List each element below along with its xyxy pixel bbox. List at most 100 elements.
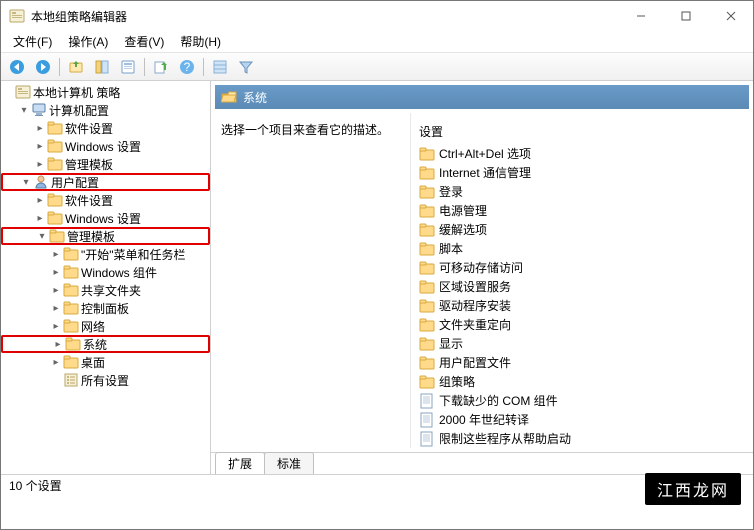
list-item[interactable]: Ctrl+Alt+Del 选项 bbox=[413, 144, 747, 163]
folder-icon bbox=[65, 336, 81, 352]
expand-icon[interactable] bbox=[33, 159, 47, 170]
menu-view[interactable]: 查看(V) bbox=[116, 31, 172, 52]
tree-root[interactable]: 本地计算机 策略 bbox=[1, 83, 210, 101]
list-item-label: 组策略 bbox=[439, 373, 475, 390]
tree-item[interactable]: Windows 设置 bbox=[1, 209, 210, 227]
folder-icon bbox=[419, 279, 435, 295]
list-item[interactable]: 脚本 bbox=[413, 239, 747, 258]
list-item-label: 下载缺少的 COM 组件 bbox=[439, 392, 558, 409]
tree-computer-config[interactable]: 计算机配置 bbox=[1, 101, 210, 119]
list-item-label: 缓解选项 bbox=[439, 221, 487, 238]
list-item[interactable]: 驱动程序安装 bbox=[413, 296, 747, 315]
up-button[interactable] bbox=[64, 56, 88, 78]
expand-icon[interactable] bbox=[49, 267, 63, 278]
expand-icon[interactable] bbox=[33, 123, 47, 134]
folder-icon bbox=[47, 210, 63, 226]
policy-icon bbox=[15, 84, 31, 100]
setting-icon bbox=[419, 412, 435, 428]
folder-icon bbox=[419, 260, 435, 276]
maximize-button[interactable] bbox=[663, 1, 708, 31]
back-button[interactable] bbox=[5, 56, 29, 78]
expand-icon[interactable] bbox=[19, 177, 33, 188]
list-column-header[interactable]: 设置 bbox=[413, 119, 747, 144]
list-item-label: 用户配置文件 bbox=[439, 354, 511, 371]
expand-icon[interactable] bbox=[49, 321, 63, 332]
tree-label: 系统 bbox=[81, 336, 109, 353]
list-item[interactable]: 可移动存储访问 bbox=[413, 258, 747, 277]
tree-item[interactable]: Windows 设置 bbox=[1, 137, 210, 155]
expand-icon[interactable] bbox=[49, 303, 63, 314]
folder-open-icon bbox=[221, 89, 237, 105]
tree-item[interactable]: 网络 bbox=[1, 317, 210, 335]
list-item[interactable]: 登录 bbox=[413, 182, 747, 201]
filter-button[interactable] bbox=[234, 56, 258, 78]
tree-item[interactable]: "开始"菜单和任务栏 bbox=[1, 245, 210, 263]
tree-label: Windows 设置 bbox=[63, 138, 143, 155]
tree-system[interactable]: 系统 bbox=[1, 335, 210, 353]
list-item[interactable]: 文件夹重定向 bbox=[413, 315, 747, 334]
description-prompt: 选择一个项目来查看它的描述。 bbox=[221, 121, 404, 138]
menu-file[interactable]: 文件(F) bbox=[5, 31, 60, 52]
list-item[interactable]: 组策略 bbox=[413, 372, 747, 391]
expand-icon[interactable] bbox=[49, 357, 63, 368]
tree-label: 软件设置 bbox=[63, 192, 115, 209]
folder-icon bbox=[419, 146, 435, 162]
menu-action[interactable]: 操作(A) bbox=[60, 31, 116, 52]
list-item[interactable]: 缓解选项 bbox=[413, 220, 747, 239]
tree-admin-templates[interactable]: 管理模板 bbox=[1, 227, 210, 245]
list-item[interactable]: 用户配置文件 bbox=[413, 353, 747, 372]
tab-extended[interactable]: 扩展 bbox=[215, 452, 265, 474]
folder-icon bbox=[63, 300, 79, 316]
computer-icon bbox=[31, 102, 47, 118]
tab-standard[interactable]: 标准 bbox=[264, 452, 314, 474]
tree-item[interactable]: 桌面 bbox=[1, 353, 210, 371]
menu-help[interactable]: 帮助(H) bbox=[172, 31, 229, 52]
tree-all-settings[interactable]: 所有设置 bbox=[1, 371, 210, 389]
folder-icon bbox=[419, 374, 435, 390]
tree-item[interactable]: 软件设置 bbox=[1, 191, 210, 209]
list-item[interactable]: 下载缺少的 COM 组件 bbox=[413, 391, 747, 410]
expand-icon[interactable] bbox=[33, 195, 47, 206]
expand-icon[interactable] bbox=[49, 249, 63, 260]
list-item[interactable]: 电源管理 bbox=[413, 201, 747, 220]
expand-icon[interactable] bbox=[49, 285, 63, 296]
tree-item[interactable]: 软件设置 bbox=[1, 119, 210, 137]
export-button[interactable] bbox=[149, 56, 173, 78]
show-hide-tree-button[interactable] bbox=[90, 56, 114, 78]
tree-item[interactable]: 共享文件夹 bbox=[1, 281, 210, 299]
minimize-button[interactable] bbox=[618, 1, 663, 31]
tree-label: Windows 设置 bbox=[63, 210, 143, 227]
help-button[interactable] bbox=[175, 56, 199, 78]
settings-list[interactable]: 设置 Ctrl+Alt+Del 选项Internet 通信管理登录电源管理缓解选… bbox=[411, 113, 749, 448]
properties-button[interactable] bbox=[116, 56, 140, 78]
close-button[interactable] bbox=[708, 1, 753, 31]
forward-button[interactable] bbox=[31, 56, 55, 78]
folder-icon bbox=[419, 355, 435, 371]
tree-label: Windows 组件 bbox=[79, 264, 159, 281]
view-list-button[interactable] bbox=[208, 56, 232, 78]
folder-icon bbox=[419, 165, 435, 181]
list-item[interactable]: 区域设置服务 bbox=[413, 277, 747, 296]
expand-icon[interactable] bbox=[35, 231, 49, 242]
list-item[interactable]: 显示 bbox=[413, 334, 747, 353]
tree-pane[interactable]: 本地计算机 策略 计算机配置 软件设置 Windows 设置 管理模板 用户配置… bbox=[1, 81, 211, 474]
tree-item[interactable]: 管理模板 bbox=[1, 155, 210, 173]
tree-label: 管理模板 bbox=[65, 228, 117, 245]
expand-icon[interactable] bbox=[33, 141, 47, 152]
list-item-label: 显示 bbox=[439, 335, 463, 352]
list-item-label: 驱动程序安装 bbox=[439, 297, 511, 314]
watermark: 江西龙网 bbox=[645, 473, 741, 505]
list-item[interactable]: 2000 年世纪转译 bbox=[413, 410, 747, 429]
list-item[interactable]: Internet 通信管理 bbox=[413, 163, 747, 182]
content-header-title: 系统 bbox=[243, 89, 267, 106]
folder-icon bbox=[47, 192, 63, 208]
list-item[interactable]: 限制这些程序从帮助启动 bbox=[413, 429, 747, 448]
list-item-label: 可移动存储访问 bbox=[439, 259, 523, 276]
expand-icon[interactable] bbox=[51, 339, 65, 350]
folder-icon bbox=[63, 246, 79, 262]
expand-icon[interactable] bbox=[17, 105, 31, 116]
expand-icon[interactable] bbox=[33, 213, 47, 224]
tree-item[interactable]: Windows 组件 bbox=[1, 263, 210, 281]
tree-user-config[interactable]: 用户配置 bbox=[1, 173, 210, 191]
tree-item[interactable]: 控制面板 bbox=[1, 299, 210, 317]
